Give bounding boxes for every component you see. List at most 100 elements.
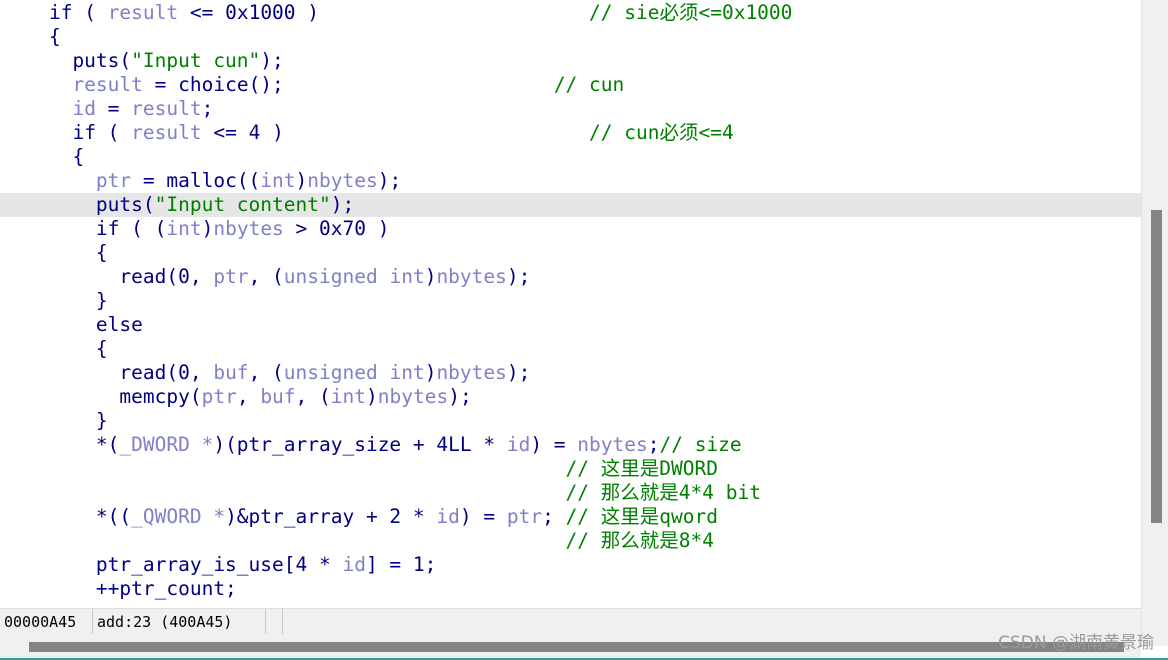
code-token: ++ptr_count; bbox=[2, 577, 237, 600]
code-token: ( bbox=[95, 121, 132, 144]
horizontal-scrollbar[interactable] bbox=[0, 634, 1141, 658]
code-line-current[interactable]: puts("Input content"); bbox=[0, 193, 1141, 217]
code-token: ; bbox=[542, 505, 566, 528]
code-token: ); bbox=[448, 385, 472, 408]
watermark: CSDN @湖南黄景瑜 bbox=[998, 633, 1154, 653]
code-token: ); bbox=[506, 265, 531, 288]
horizontal-scrollbar-thumb[interactable] bbox=[28, 642, 1124, 652]
code-token: )(ptr_array_size + 4LL * bbox=[213, 433, 507, 456]
code-line[interactable]: { bbox=[0, 241, 1141, 265]
code-line[interactable]: id = result; bbox=[0, 97, 1141, 121]
vertical-scrollbar[interactable] bbox=[1141, 0, 1168, 646]
vertical-scrollbar-thumb[interactable] bbox=[1151, 210, 1162, 524]
code-token: } bbox=[2, 289, 108, 312]
code-line[interactable]: } bbox=[0, 409, 1141, 433]
code-line[interactable]: // 这里是DWORD bbox=[0, 457, 1141, 481]
code-line[interactable]: result = choice(); // cun bbox=[0, 73, 1141, 97]
code-variable: _DWORD * bbox=[119, 433, 214, 456]
code-token: ) bbox=[424, 361, 437, 384]
code-line[interactable]: { bbox=[0, 25, 1141, 49]
code-variable: nbytes bbox=[213, 217, 284, 240]
code-comment: // cun必须<=4 bbox=[589, 121, 734, 144]
code-token: ptr_array_is_use[4 * bbox=[2, 553, 343, 576]
code-variable: unsigned int bbox=[283, 361, 425, 384]
code-token: puts( bbox=[2, 193, 155, 216]
code-token: ) = bbox=[459, 505, 507, 528]
code-variable: result bbox=[107, 1, 179, 24]
code-line[interactable]: { bbox=[0, 145, 1141, 169]
code-comment: // 那么就是8*4 bbox=[565, 529, 714, 552]
code-comment: // 那么就是4*4 bit bbox=[565, 481, 761, 504]
code-token: ); bbox=[506, 361, 531, 384]
code-token: { bbox=[2, 337, 108, 360]
code-token: , ( bbox=[248, 361, 284, 384]
code-token: ; bbox=[201, 97, 214, 120]
code-variable: result bbox=[131, 121, 202, 144]
code-line[interactable]: *(_DWORD *)(ptr_array_size + 4LL * id) =… bbox=[0, 433, 1141, 457]
code-token: = choice(); bbox=[142, 73, 554, 96]
code-line[interactable]: if ( result <= 0x1000 ) // sie必须<=0x1000 bbox=[0, 1, 1141, 25]
code-token: *(( bbox=[2, 505, 132, 528]
code-token: ) bbox=[366, 385, 378, 408]
code-variable: nbytes bbox=[436, 265, 507, 288]
code-variable: ptr bbox=[213, 265, 249, 288]
code-token: ) = bbox=[530, 433, 578, 456]
code-line[interactable]: memcpy(ptr, buf, (int)nbytes); bbox=[0, 385, 1141, 409]
code-line[interactable]: } bbox=[0, 289, 1141, 313]
code-line[interactable]: if ( result <= 4 ) // cun必须<=4 bbox=[0, 121, 1141, 145]
code-line[interactable]: *((_QWORD *)&ptr_array + 2 * id) = ptr; … bbox=[0, 505, 1141, 529]
code-token: memcpy( bbox=[2, 385, 202, 408]
status-location: add:23 (400A45) bbox=[93, 609, 266, 635]
code-token: ; bbox=[647, 433, 660, 456]
code-variable: id bbox=[72, 97, 96, 120]
code-variable: id bbox=[342, 553, 366, 576]
pseudocode-view[interactable]: if ( result <= 0x1000 ) // sie必须<=0x1000… bbox=[0, 0, 1141, 606]
code-variable: buf bbox=[213, 361, 249, 384]
code-line[interactable]: if ( (int)nbytes > 0x70 ) bbox=[0, 217, 1141, 241]
code-token: puts( bbox=[2, 49, 132, 72]
code-token: else bbox=[2, 313, 143, 336]
code-token: <= 4 ) bbox=[201, 121, 590, 144]
code-token: *( bbox=[2, 433, 120, 456]
code-line[interactable]: read(0, buf, (unsigned int)nbytes); bbox=[0, 361, 1141, 385]
code-token: ( ( bbox=[119, 217, 167, 240]
status-empty-cell bbox=[266, 609, 283, 635]
code-variable: int bbox=[166, 217, 202, 240]
code-line[interactable]: ++ptr_count; bbox=[0, 577, 1141, 601]
code-token: <= 0x1000 ) bbox=[178, 1, 590, 24]
code-variable: nbytes bbox=[577, 433, 648, 456]
status-address: 00000A45 bbox=[0, 609, 93, 635]
code-variable: unsigned int bbox=[283, 265, 425, 288]
code-variable: _QWORD * bbox=[131, 505, 226, 528]
code-line[interactable]: else bbox=[0, 313, 1141, 337]
code-variable: int bbox=[260, 169, 296, 192]
code-variable: result bbox=[72, 73, 143, 96]
code-variable: ptr bbox=[201, 385, 237, 408]
code-line[interactable]: read(0, ptr, (unsigned int)nbytes); bbox=[0, 265, 1141, 289]
code-line[interactable]: // 那么就是8*4 bbox=[0, 529, 1141, 553]
code-token: { bbox=[2, 145, 85, 168]
code-token: ); bbox=[260, 49, 284, 72]
code-token: ) bbox=[295, 169, 308, 192]
code-token: ); bbox=[377, 169, 402, 192]
code-variable: id bbox=[506, 433, 531, 456]
status-bar: 00000A45 add:23 (400A45) bbox=[0, 608, 1141, 635]
code-line[interactable]: puts("Input cun"); bbox=[0, 49, 1141, 73]
code-line[interactable]: ptr = malloc((int)nbytes); bbox=[0, 169, 1141, 193]
code-comment: // sie必须<=0x1000 bbox=[589, 1, 793, 24]
code-variable: ptr bbox=[95, 169, 132, 192]
code-token: ) bbox=[201, 217, 214, 240]
code-line[interactable]: ptr_array_is_use[4 * id] = 1; bbox=[0, 553, 1141, 577]
code-line[interactable]: { bbox=[0, 337, 1141, 361]
code-line[interactable]: // 那么就是4*4 bit bbox=[0, 481, 1141, 505]
code-comment: // cun bbox=[553, 73, 625, 96]
code-token: )&ptr_array + 2 * bbox=[225, 505, 437, 528]
